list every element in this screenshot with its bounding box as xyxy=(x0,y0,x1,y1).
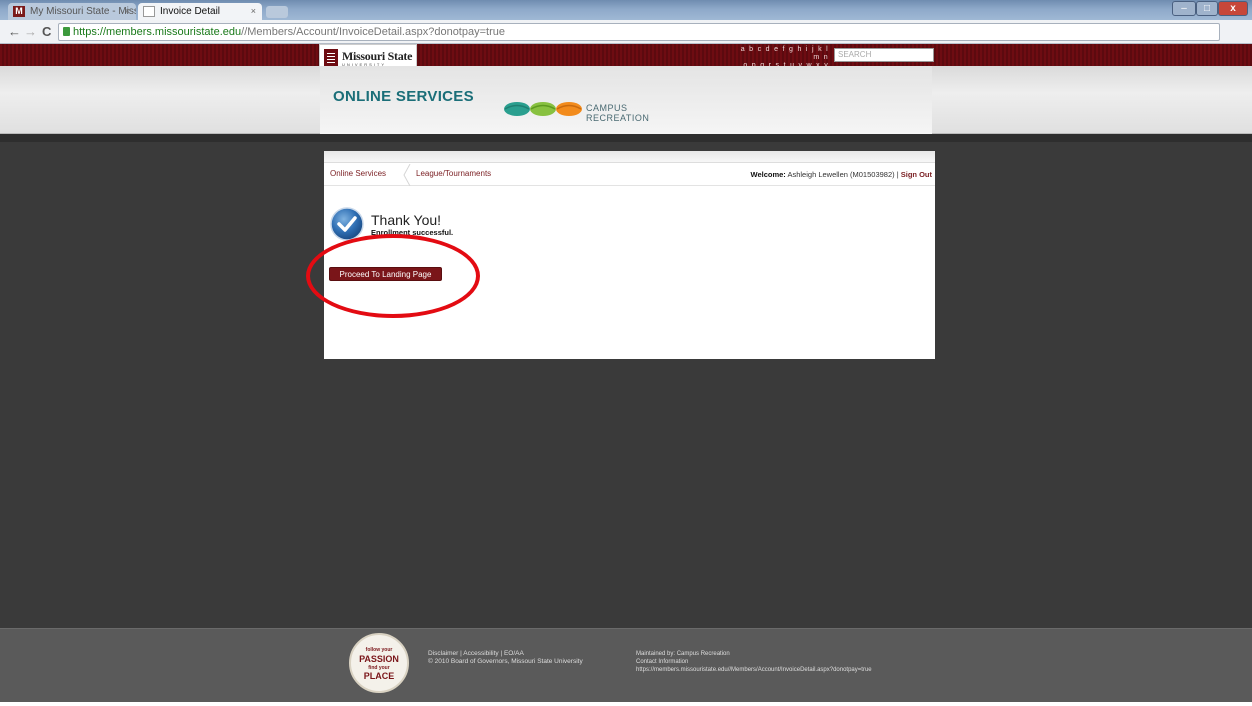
passion-place-badge[interactable]: follow your PASSION find your PLACE xyxy=(349,633,409,693)
browser-titlebar: M My Missouri State - Missou × Invoice D… xyxy=(0,0,1252,20)
success-check-icon xyxy=(330,207,364,241)
page-favicon-icon xyxy=(143,6,155,17)
breadcrumb: Online Services League/Tournaments Welco… xyxy=(324,164,935,186)
close-window-button[interactable]: x xyxy=(1218,1,1248,16)
msu-favicon-icon: M xyxy=(13,6,25,17)
contact-information-link[interactable]: Contact Information xyxy=(636,658,872,666)
rec-line-1: CAMPUS xyxy=(586,103,628,113)
minimize-button[interactable]: – xyxy=(1172,1,1196,16)
welcome-text: Welcome: Ashleigh Lewellen (M01503982) |… xyxy=(751,170,933,179)
tab-my-missouri-state[interactable]: M My Missouri State - Missou × xyxy=(8,3,136,20)
badge-line-1: follow your xyxy=(365,647,393,653)
reload-icon[interactable]: C xyxy=(42,24,51,40)
footer-maintainer: Maintained by: Campus Recreation Contact… xyxy=(636,650,872,674)
footer-copyright: © 2010 Board of Governors, Missouri Stat… xyxy=(428,658,583,665)
tab-invoice-detail[interactable]: Invoice Detail × xyxy=(138,3,262,20)
bottom-strip xyxy=(0,702,1252,706)
footer-page-url: https://members.missouristate.edu//Membe… xyxy=(636,667,872,673)
breadcrumb-online-services[interactable]: Online Services xyxy=(330,169,386,178)
tab-label: My Missouri State - Missou xyxy=(30,6,136,17)
footer xyxy=(0,628,1252,706)
annotation-circle xyxy=(306,234,480,318)
university-top-bar xyxy=(0,44,1252,66)
new-tab-button[interactable] xyxy=(266,6,288,18)
tab-label: Invoice Detail xyxy=(160,6,221,17)
badge-line-4: PLACE xyxy=(363,671,395,681)
header-divider xyxy=(0,134,1252,142)
url-scheme: https:// xyxy=(73,26,107,38)
tab-close-icon[interactable]: × xyxy=(251,3,256,20)
thank-you-heading: Thank You! xyxy=(371,212,442,228)
breadcrumb-separator-icon xyxy=(403,164,411,186)
rec-line-2: RECREATION xyxy=(586,113,650,123)
url-input[interactable]: https://members.missouristate.edu//Membe… xyxy=(58,23,1220,41)
welcome-user: Ashleigh Lewellen (M01503982) | xyxy=(785,170,901,179)
sign-out-link[interactable]: Sign Out xyxy=(901,170,932,179)
forward-icon[interactable]: → xyxy=(24,24,37,40)
badge-line-2: PASSION xyxy=(359,654,399,664)
footer-links[interactable]: Disclaimer | Accessibility | EO/AA xyxy=(428,650,524,657)
url-path: //Members/Account/InvoiceDetail.aspx?don… xyxy=(241,26,505,38)
campus-recreation-text: CAMPUS RECREATION xyxy=(586,103,649,123)
campus-recreation-logo-icon xyxy=(504,102,582,116)
breadcrumb-league-tournaments[interactable]: League/Tournaments xyxy=(416,169,491,178)
msu-building-icon xyxy=(324,49,338,67)
welcome-label: Welcome: xyxy=(750,170,786,179)
url-host: members.missouristate.edu xyxy=(106,26,242,38)
page-title: ONLINE SERVICES xyxy=(333,88,474,105)
maintained-by: Maintained by: Campus Recreation xyxy=(636,651,730,657)
panel-top-bar xyxy=(324,151,935,163)
back-icon[interactable]: ← xyxy=(8,24,21,40)
lock-icon xyxy=(63,27,70,36)
site-search-input[interactable]: SEARCH xyxy=(834,48,934,62)
tab-close-icon[interactable]: × xyxy=(125,3,130,20)
browser-toolbar: ← → C https://members.missouristate.edu/… xyxy=(0,20,1252,57)
a-z-line-1[interactable]: a b c d e f g h i j k l m n xyxy=(739,46,829,62)
maximize-button[interactable]: □ xyxy=(1196,1,1218,16)
